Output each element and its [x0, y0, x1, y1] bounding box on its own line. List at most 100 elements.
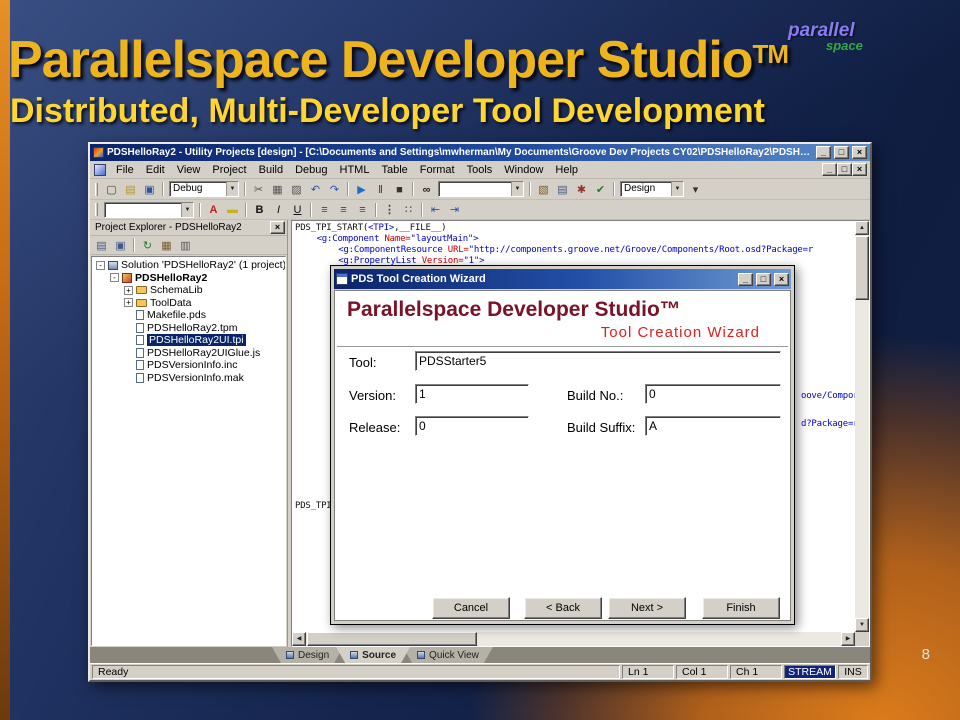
align-right-icon[interactable]: ≡ — [353, 201, 372, 218]
more-tools-icon[interactable]: ▾ — [686, 181, 705, 198]
toolbar-grip[interactable] — [95, 203, 98, 216]
tree-item-pdsversioninfo-inc[interactable]: PDSVersionInfo.inc — [92, 359, 285, 372]
tree-item-makefile-pds[interactable]: Makefile.pds — [92, 309, 285, 322]
menu-edit[interactable]: Edit — [140, 163, 171, 177]
back-button[interactable]: < Back — [524, 597, 602, 619]
view-designer-icon[interactable]: ▣ — [111, 237, 130, 254]
check-icon[interactable]: ✔ — [591, 181, 610, 198]
properties-icon[interactable]: ▥ — [176, 237, 195, 254]
child-minimize-button[interactable]: _ — [822, 163, 837, 176]
tree-item-pdsversioninfo-mak[interactable]: PDSVersionInfo.mak — [92, 372, 285, 385]
dialog-minimize-button[interactable]: _ — [738, 273, 753, 286]
start-debug-icon[interactable]: ▶ — [352, 181, 371, 198]
pause-icon[interactable]: ‖ — [371, 181, 390, 198]
dialog-close-button[interactable]: × — [774, 273, 789, 286]
project-explorer-close-button[interactable]: × — [270, 221, 285, 234]
tree-item-tooldata[interactable]: +ToolData — [92, 297, 285, 310]
build-no-input[interactable] — [645, 384, 781, 404]
align-left-icon[interactable]: ≡ — [315, 201, 334, 218]
scroll-track[interactable] — [855, 300, 869, 618]
find-binoculars-icon[interactable]: ∞ — [417, 181, 436, 198]
numbered-list-icon[interactable]: ⋮ — [380, 201, 399, 218]
window-close-button[interactable]: × — [852, 146, 867, 159]
toolbar-grip[interactable] — [95, 183, 98, 196]
solution-explorer-icon[interactable]: ▧ — [534, 181, 553, 198]
build-suffix-input[interactable] — [645, 416, 781, 436]
italic-icon[interactable]: I — [269, 201, 288, 218]
tree-expand-toggle[interactable]: - — [96, 261, 105, 270]
view-mode-combo[interactable]: Design▼ — [620, 181, 684, 197]
tree-item-pdshelloray2uiglue-js[interactable]: PDSHelloRay2UIGlue.js — [92, 347, 285, 360]
font-color-icon[interactable]: A — [204, 201, 223, 218]
redo-icon[interactable]: ↷ — [325, 181, 344, 198]
block-format-combo-dropdown-arrow[interactable]: ▼ — [181, 203, 193, 217]
copy-icon[interactable]: ▦ — [268, 181, 287, 198]
menu-window[interactable]: Window — [498, 163, 549, 177]
dialog-titlebar[interactable]: PDS Tool Creation Wizard _ □ × — [334, 269, 791, 289]
indent-icon[interactable]: ⇥ — [445, 201, 464, 218]
show-all-files-icon[interactable]: ▦ — [157, 237, 176, 254]
tree-expand-toggle[interactable]: + — [124, 286, 133, 295]
window-minimize-button[interactable]: _ — [816, 146, 831, 159]
undo-icon[interactable]: ↶ — [306, 181, 325, 198]
menu-view[interactable]: View — [171, 163, 207, 177]
menu-tools[interactable]: Tools — [461, 163, 499, 177]
menu-debug[interactable]: Debug — [289, 163, 333, 177]
bulleted-list-icon[interactable]: ∷ — [399, 201, 418, 218]
properties-window-icon[interactable]: ▤ — [553, 181, 572, 198]
tree-item-solution-pdshelloray2-1-project-[interactable]: -Solution 'PDSHelloRay2' (1 project) — [92, 259, 285, 272]
editor-vertical-scrollbar[interactable]: ▲ ▼ — [855, 221, 869, 632]
menu-project[interactable]: Project — [206, 163, 252, 177]
block-format-combo[interactable]: ▼ — [104, 202, 194, 218]
tree-item-pdshelloray2-tpm[interactable]: PDSHelloRay2.tpm — [92, 322, 285, 335]
tree-item-pdshelloray2[interactable]: -PDSHelloRay2 — [92, 272, 285, 285]
solution-config-combo[interactable]: Debug▼ — [169, 181, 239, 197]
cut-icon[interactable]: ✂ — [249, 181, 268, 198]
view-mode-combo-dropdown-arrow[interactable]: ▼ — [671, 182, 683, 196]
horizontal-scroll-thumb[interactable] — [307, 632, 477, 646]
ide-titlebar[interactable]: PDSHelloRay2 - Utility Projects [design]… — [90, 144, 870, 161]
scroll-track[interactable] — [477, 632, 841, 646]
view-code-icon[interactable]: ▤ — [92, 237, 111, 254]
paste-icon[interactable]: ▨ — [287, 181, 306, 198]
stop-icon[interactable]: ■ — [390, 181, 409, 198]
menu-format[interactable]: Format — [414, 163, 461, 177]
solution-config-combo-dropdown-arrow[interactable]: ▼ — [226, 182, 238, 196]
child-restore-button[interactable]: □ — [837, 163, 852, 176]
find-combo[interactable]: ▼ — [438, 181, 524, 197]
version-input[interactable] — [415, 384, 529, 404]
open-folder-icon[interactable]: ▤ — [121, 181, 140, 198]
bold-icon[interactable]: B — [250, 201, 269, 218]
align-center-icon[interactable]: ≡ — [334, 201, 353, 218]
editor-horizontal-scrollbar[interactable]: ◀ ▶ — [292, 632, 855, 646]
vertical-scroll-thumb[interactable] — [855, 236, 869, 300]
new-file-icon[interactable]: ▢ — [102, 181, 121, 198]
scroll-right-icon[interactable]: ▶ — [841, 632, 855, 646]
tree-expand-toggle[interactable]: - — [110, 273, 119, 282]
highlight-color-icon[interactable]: ▬ — [223, 201, 242, 218]
dialog-maximize-button[interactable]: □ — [756, 273, 771, 286]
scroll-up-icon[interactable]: ▲ — [855, 221, 869, 235]
tree-item-schemalib[interactable]: +SchemaLib — [92, 284, 285, 297]
menu-file[interactable]: File — [110, 163, 140, 177]
cancel-button[interactable]: Cancel — [432, 597, 510, 619]
finish-button[interactable]: Finish — [702, 597, 780, 619]
document-system-menu-icon[interactable] — [94, 164, 106, 176]
menu-table[interactable]: Table — [375, 163, 413, 177]
menu-html[interactable]: HTML — [334, 163, 376, 177]
toolbox-icon[interactable]: ✱ — [572, 181, 591, 198]
scroll-down-icon[interactable]: ▼ — [855, 618, 869, 632]
tab-source[interactable]: Source — [336, 647, 410, 663]
tree-item-pdshelloray2ui-tpi[interactable]: PDSHelloRay2UI.tpi — [92, 334, 285, 347]
next-button[interactable]: Next > — [608, 597, 686, 619]
tool-input[interactable] — [415, 351, 781, 371]
project-tree[interactable]: -Solution 'PDSHelloRay2' (1 project)-PDS… — [91, 256, 286, 646]
tree-expand-toggle[interactable]: + — [124, 298, 133, 307]
refresh-icon[interactable]: ↻ — [138, 237, 157, 254]
project-explorer-header[interactable]: Project Explorer - PDSHelloRay2 × — [90, 220, 287, 236]
tab-quick-view[interactable]: Quick View — [403, 647, 493, 663]
tab-design[interactable]: Design — [272, 647, 343, 663]
outdent-icon[interactable]: ⇤ — [426, 201, 445, 218]
window-maximize-button[interactable]: □ — [834, 146, 849, 159]
menu-build[interactable]: Build — [253, 163, 289, 177]
